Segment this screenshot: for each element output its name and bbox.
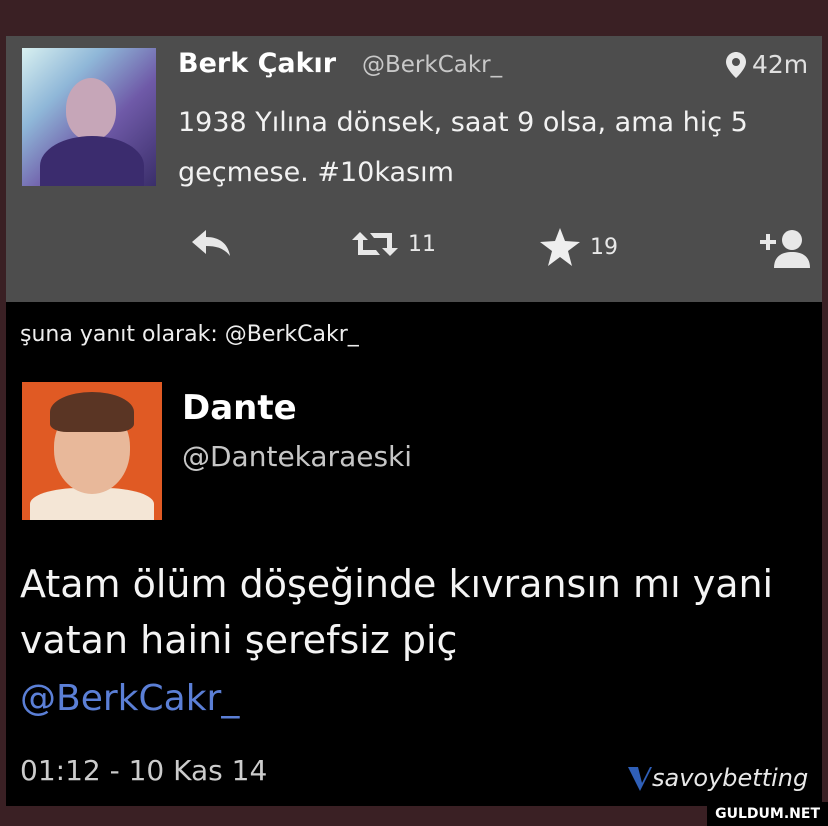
in-reply-to-label[interactable]: şuna yanıt olarak: @BerkCakr_: [20, 322, 359, 347]
brand-watermark: savoybetting: [628, 764, 808, 792]
reply-button[interactable]: [190, 228, 232, 258]
favorite-button[interactable]: 19: [540, 228, 618, 266]
tweet-location-time: 42m: [726, 50, 808, 79]
retweet-button[interactable]: 11: [352, 228, 436, 260]
tweet-text: 1938 Yılına dönsek, saat 9 olsa, ama hiç…: [178, 107, 748, 188]
add-user-icon: [760, 230, 810, 268]
brand-text: savoybetting: [652, 764, 809, 792]
author-name[interactable]: Berk Çakır: [178, 48, 336, 79]
reply-text: Atam ölüm döşeğinde kıvransın mı yani va…: [20, 562, 774, 662]
avatar[interactable]: [22, 48, 156, 186]
map-pin-icon: [726, 51, 746, 78]
tweet-age: 42m: [752, 50, 809, 79]
reply-author-handle[interactable]: @Dantekaraeski: [182, 440, 412, 473]
screenshot-frame: Berk Çakır @BerkCakr_ 42m 1938 Yılına dö…: [6, 36, 822, 806]
avatar-head: [66, 78, 116, 140]
star-icon: [540, 228, 580, 266]
tweet-actions: 11 19: [6, 228, 822, 278]
reply-arrow-icon: [192, 230, 230, 256]
avatar-body: [40, 136, 144, 186]
favorite-count: 19: [590, 234, 618, 260]
brand-logo-icon: [628, 767, 652, 791]
reply-author-name[interactable]: Dante: [182, 388, 297, 428]
reply-timestamp: 01:12 - 10 Kas 14: [20, 754, 268, 787]
retweet-count: 11: [408, 231, 436, 257]
reply-avatar[interactable]: [22, 382, 162, 520]
author-handle[interactable]: @BerkCakr_: [362, 52, 502, 78]
original-tweet[interactable]: Berk Çakır @BerkCakr_ 42m 1938 Yılına dö…: [6, 36, 822, 302]
mention-link[interactable]: @BerkCakr_: [20, 678, 239, 719]
follow-button[interactable]: [756, 228, 810, 268]
retweet-icon: [352, 232, 398, 256]
avatar-hair: [50, 392, 134, 432]
site-watermark: GULDUM.NET: [707, 802, 828, 826]
